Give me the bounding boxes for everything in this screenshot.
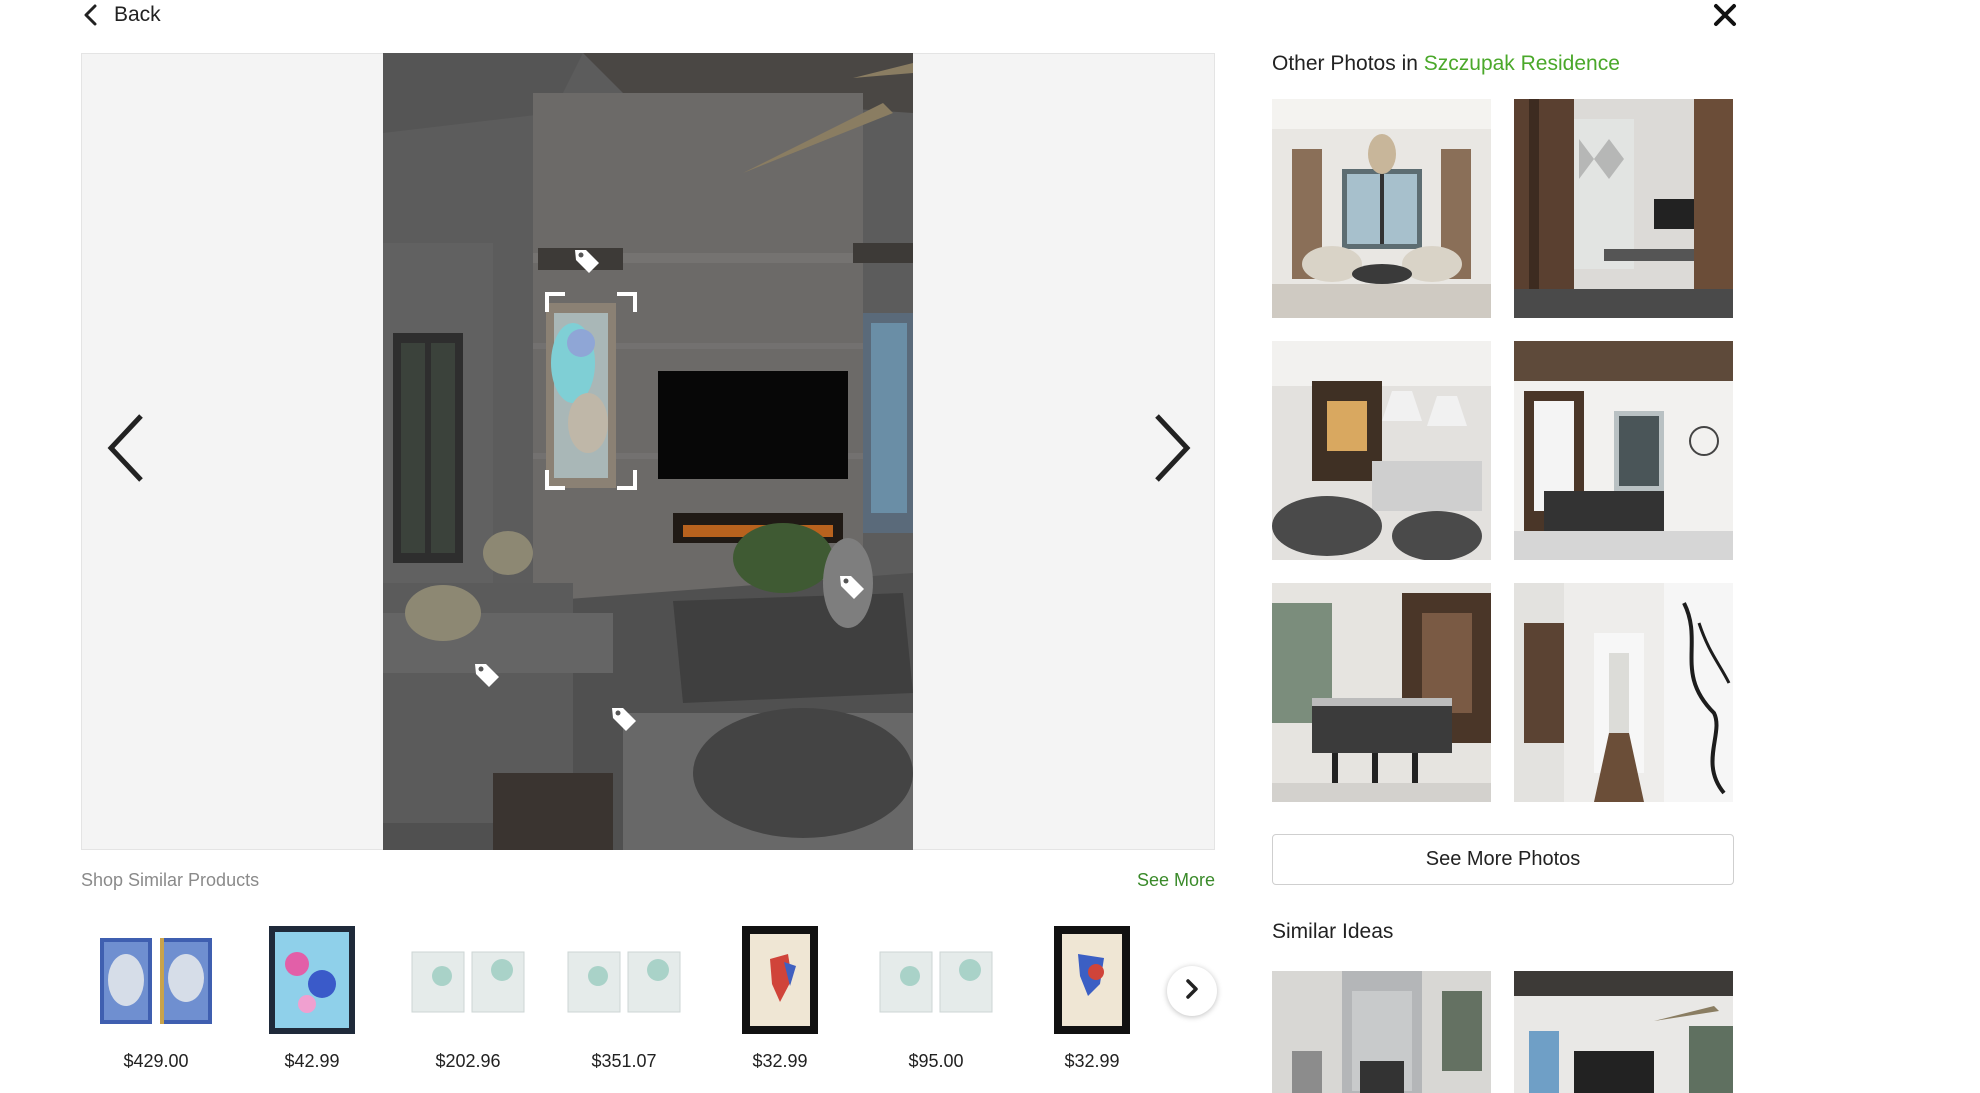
project-link[interactable]: Szczupak Residence [1424, 52, 1620, 75]
see-more-photos-button[interactable]: See More Photos [1272, 834, 1734, 885]
product-card[interactable]: $42.99 [237, 915, 387, 1093]
product-card[interactable]: $202.96 [393, 915, 543, 1093]
similar-ideas-title: Similar Ideas [1272, 920, 1394, 943]
product-price: $351.07 [591, 1051, 657, 1071]
product-price: $32.99 [1064, 1051, 1120, 1071]
product-image [403, 920, 533, 1040]
product-card[interactable]: $351.07 [549, 915, 699, 1093]
tagged-product-highlight[interactable] [545, 292, 637, 490]
close-icon [1713, 3, 1737, 32]
product-price: $95.00 [908, 1051, 964, 1071]
close-button[interactable] [1708, 0, 1742, 34]
previous-photo-button[interactable] [96, 405, 156, 495]
chevron-left-icon [80, 2, 102, 28]
product-price: $202.96 [435, 1051, 501, 1071]
gallery-thumbnail[interactable] [1514, 341, 1733, 560]
gallery-thumbnail[interactable] [1272, 583, 1491, 802]
product-price: $42.99 [284, 1051, 340, 1071]
product-image [559, 920, 689, 1040]
product-image [91, 920, 221, 1040]
product-card[interactable]: $32.99 [705, 915, 855, 1093]
product-image [1027, 920, 1157, 1040]
chevron-left-icon [106, 413, 146, 488]
chevron-right-icon [1152, 413, 1192, 488]
product-price: $32.99 [752, 1051, 808, 1071]
gallery-thumbnail[interactable] [1514, 99, 1733, 318]
product-card[interactable]: $32.99 [1017, 915, 1167, 1093]
top-bar: Back [80, 0, 1760, 34]
similar-idea-thumbnail[interactable] [1514, 971, 1733, 1093]
back-button[interactable]: Back [80, 2, 161, 28]
price-tag-icon[interactable] [607, 702, 641, 736]
product-image [715, 920, 845, 1040]
product-price: $429.00 [123, 1051, 189, 1071]
next-photo-button[interactable] [1142, 405, 1202, 495]
price-tag-icon[interactable] [470, 658, 504, 692]
price-tag-icon[interactable] [570, 244, 604, 278]
product-card[interactable]: $429.00 [81, 915, 231, 1093]
back-label: Back [114, 3, 161, 26]
gallery-thumbnail[interactable] [1272, 341, 1491, 560]
price-tag-icon[interactable] [835, 570, 869, 604]
other-photos-prefix: Other Photos in [1272, 52, 1418, 75]
product-image [871, 920, 1001, 1040]
main-photo [383, 53, 913, 850]
shop-similar-header: Shop Similar Products See More [81, 870, 1215, 894]
products-next-button[interactable] [1167, 966, 1217, 1016]
product-card[interactable]: $95.00 [861, 915, 1011, 1093]
gallery-thumbnail[interactable] [1514, 583, 1733, 802]
gallery-thumbnail[interactable] [1272, 99, 1491, 318]
shop-similar-title: Shop Similar Products [81, 870, 260, 890]
similar-products-carousel: $429.00 $42.99 $202.96 $351.07 $32.99 $9… [81, 915, 1215, 1093]
similar-idea-thumbnail[interactable] [1272, 971, 1491, 1093]
see-more-products-link[interactable]: See More [1137, 870, 1215, 891]
product-image [247, 920, 377, 1040]
chevron-right-icon [1185, 978, 1199, 1004]
other-photos-title: Other Photos in Szczupak Residence [1272, 52, 1620, 76]
